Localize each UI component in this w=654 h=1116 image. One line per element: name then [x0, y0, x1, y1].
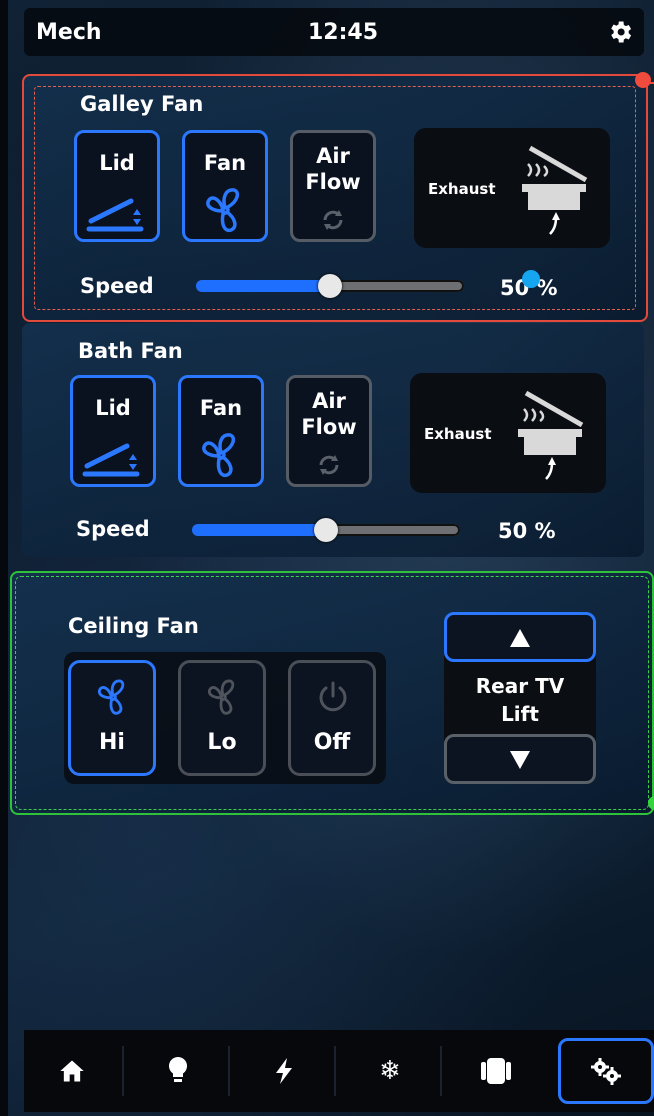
seat-icon — [481, 1058, 511, 1084]
airflow-label-line1: Air — [312, 389, 346, 413]
lift-up-button[interactable] — [444, 612, 596, 662]
fan-icon — [202, 433, 236, 478]
screen: Mech 12:45 Galley Fan Lid Fan Air Flow E… — [8, 0, 654, 1116]
lift-down-button[interactable] — [444, 734, 596, 784]
ceiling-fan-title: Ceiling Fan — [68, 614, 199, 638]
ceiling-fan-off-button[interactable]: Off — [288, 660, 376, 776]
power-icon — [319, 681, 347, 712]
bath-speed-slider[interactable] — [192, 518, 460, 542]
galley-exhaust-indicator: Exhaust — [414, 128, 610, 248]
exhaust-vent-icon — [522, 145, 588, 235]
bath-speed-label: Speed — [76, 517, 150, 541]
slider-fill — [192, 524, 326, 536]
lid-label: Lid — [95, 396, 131, 420]
hi-label: Hi — [99, 730, 125, 755]
nav-home-button[interactable] — [24, 1038, 124, 1104]
left-edge-strip — [0, 0, 8, 1116]
annotation-marker-blue — [522, 270, 540, 288]
fan-label: Fan — [203, 151, 247, 175]
nav-climate-button[interactable]: ❄ — [342, 1038, 442, 1104]
triangle-up-icon — [510, 629, 530, 647]
clock: 12:45 — [308, 20, 379, 45]
galley-airflow-button[interactable]: Air Flow — [290, 130, 376, 242]
slider-fill — [196, 280, 330, 292]
nav-divider — [334, 1046, 336, 1096]
bath-airflow-button[interactable]: Air Flow — [286, 375, 372, 487]
slider-thumb[interactable] — [314, 518, 338, 542]
bath-exhaust-indicator: Exhaust — [410, 373, 606, 493]
airflow-label-line2: Flow — [301, 415, 357, 439]
bath-speed-value: 50 % — [498, 519, 556, 543]
snowflake-icon: ❄ — [379, 1056, 401, 1086]
lid-icon — [82, 443, 140, 477]
lo-label: Lo — [207, 730, 237, 755]
nav-power-button[interactable] — [236, 1038, 336, 1104]
rear-tv-lift-label: Rear TV Lift — [444, 672, 596, 728]
settings-gear-icon[interactable] — [606, 18, 634, 46]
header-bar: Mech 12:45 — [24, 8, 644, 56]
rear-tv-lift-control: Rear TV Lift — [444, 612, 596, 784]
nav-mech-button[interactable] — [558, 1038, 654, 1104]
bath-lid-button[interactable]: Lid — [70, 375, 156, 487]
nav-divider — [228, 1046, 230, 1096]
lift-label-line1: Rear TV — [475, 674, 565, 698]
nav-seating-button[interactable] — [448, 1038, 544, 1104]
airflow-label-line2: Flow — [305, 170, 361, 194]
galley-speed-label: Speed — [80, 274, 154, 298]
annotation-marker-red — [635, 72, 651, 88]
galley-lid-button[interactable]: Lid — [74, 130, 160, 242]
ceiling-fan-lo-button[interactable]: Lo — [178, 660, 266, 776]
fan-icon — [206, 188, 240, 233]
lightbulb-icon — [168, 1057, 188, 1082]
galley-fan-button[interactable]: Fan — [182, 130, 268, 242]
exhaust-label: Exhaust — [428, 180, 496, 198]
triangle-down-icon — [510, 751, 530, 769]
exhaust-vent-icon — [518, 390, 584, 480]
nav-divider — [122, 1046, 124, 1096]
exhaust-label: Exhaust — [424, 425, 492, 443]
galley-speed-slider[interactable] — [196, 274, 464, 298]
page-title: Mech — [36, 20, 102, 45]
fan-icon — [207, 679, 235, 715]
gears-icon — [591, 1058, 621, 1085]
airflow-label-line1: Air — [316, 144, 350, 168]
galley-fan-title: Galley Fan — [80, 92, 204, 116]
bottom-nav-bar: ❄ — [24, 1030, 654, 1112]
fan-icon — [97, 679, 125, 715]
off-label: Off — [313, 730, 351, 755]
lightning-icon — [276, 1058, 292, 1084]
cycle-arrows-icon — [319, 455, 339, 475]
slider-thumb[interactable] — [318, 274, 342, 298]
fan-label: Fan — [199, 396, 243, 420]
bath-fan-title: Bath Fan — [78, 339, 183, 363]
home-icon — [60, 1060, 84, 1082]
cycle-arrows-icon — [323, 210, 343, 230]
lid-label: Lid — [99, 151, 135, 175]
nav-divider — [440, 1046, 442, 1096]
nav-lights-button[interactable] — [130, 1038, 230, 1104]
lid-icon — [86, 198, 144, 232]
lift-label-line2: Lift — [501, 702, 539, 726]
galley-fan-panel: Galley Fan Lid Fan Air Flow Exhaust Spee… — [22, 74, 648, 322]
bath-fan-button[interactable]: Fan — [178, 375, 264, 487]
ceiling-fan-hi-button[interactable]: Hi — [68, 660, 156, 776]
bath-fan-panel: Bath Fan Lid Fan Air Flow Exhaust Speed … — [22, 323, 644, 557]
